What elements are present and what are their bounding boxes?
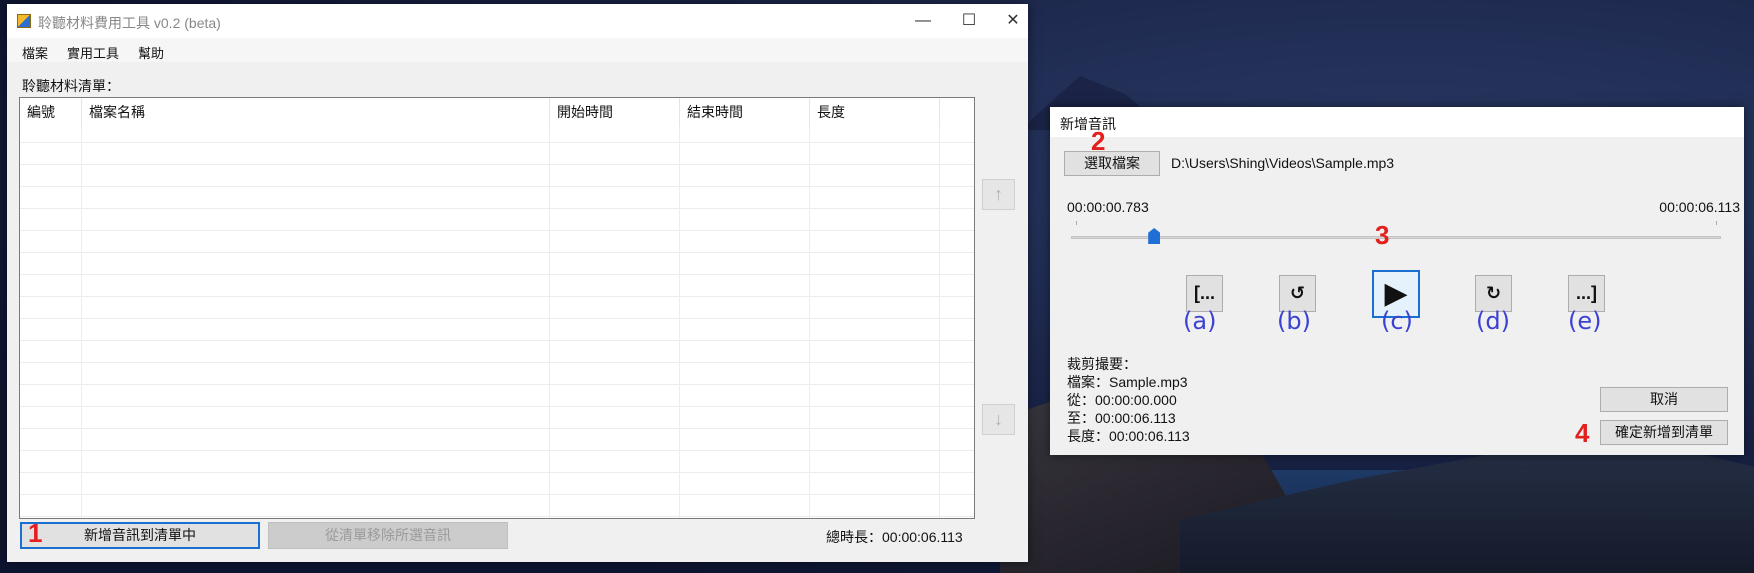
main-window: 聆聽材料費用工具 v0.2 (beta) — ☐ ✕ 檔案 實用工具 幫助 聆聽… — [7, 4, 1028, 562]
menu-tools[interactable]: 實用工具 — [67, 43, 119, 62]
list-row-gridline — [20, 362, 974, 363]
list-row-gridline — [20, 494, 974, 495]
add-audio-dialog: 新增音訊 選取檔案 D:\Users\Shing\Videos\Sample.m… — [1050, 107, 1744, 455]
list-row-gridline — [20, 164, 974, 165]
maximize-icon: ☐ — [961, 12, 977, 29]
column-divider — [549, 126, 550, 518]
control-label-d: (d) — [1476, 307, 1510, 335]
rewind-10-icon: ↺ — [1289, 283, 1306, 303]
list-row-gridline — [20, 230, 974, 231]
list-row-gridline — [20, 274, 974, 275]
annotation-2: 2 — [1091, 126, 1106, 156]
summary-heading: 裁剪撮要： — [1067, 356, 1137, 372]
column-divider — [679, 126, 680, 518]
choose-file-button[interactable]: 選取檔案 — [1064, 151, 1160, 176]
arrow-down-icon: ↓ — [994, 409, 1003, 429]
list-row-gridline — [20, 340, 974, 341]
maximize-button[interactable]: ☐ — [946, 4, 992, 38]
dialog-title: 新增音訊 — [1060, 116, 1116, 132]
control-label-c: (c) — [1381, 307, 1413, 335]
list-row-gridline — [20, 450, 974, 451]
forward-10-icon: ↻ — [1485, 283, 1502, 303]
list-row-gridline — [20, 428, 974, 429]
trim-start-time: 00:00:00.783 — [1067, 199, 1149, 215]
play-icon: ▶ — [1384, 277, 1408, 310]
list-row-gridline — [20, 296, 974, 297]
column-header-number[interactable]: 編號 — [20, 98, 82, 126]
menu-bar: 檔案 實用工具 幫助 — [7, 38, 1028, 62]
file-path: D:\Users\Shing\Videos\Sample.mp3 — [1171, 155, 1395, 171]
column-header-length[interactable]: 長度 — [810, 98, 940, 126]
close-button[interactable]: ✕ — [990, 4, 1036, 38]
cancel-button[interactable]: 取消 — [1600, 387, 1728, 412]
set-end-icon: ...] — [1576, 283, 1597, 303]
control-label-b: (b) — [1277, 307, 1311, 335]
menu-help[interactable]: 幫助 — [138, 43, 164, 62]
set-start-icon: [... — [1194, 283, 1215, 303]
list-row-gridline — [20, 208, 974, 209]
total-length: 總時長：00:00:06.113 — [826, 529, 963, 545]
annotation-1: 1 — [28, 518, 43, 548]
playback-slider-track[interactable] — [1071, 236, 1721, 239]
trim-summary: 裁剪撮要： 檔案：Sample.mp3 從：00:00:00.000 至：00:… — [1067, 355, 1190, 445]
summary-from: 從：00:00:00.000 — [1067, 392, 1177, 408]
column-divider — [81, 126, 82, 518]
minimize-icon: — — [915, 12, 931, 29]
list-row-gridline — [20, 472, 974, 473]
arrow-up-icon: ↑ — [994, 184, 1003, 204]
remove-audio-button[interactable]: 從清單移除所選音訊 — [268, 522, 508, 549]
dialog-title-bar: 新增音訊 — [1050, 107, 1744, 137]
app-icon — [17, 14, 31, 28]
move-down-button[interactable]: ↓ — [982, 404, 1015, 435]
list-row-gridline — [20, 516, 974, 517]
list-row-gridline — [20, 406, 974, 407]
desktop-wallpaper-shore — [1180, 440, 1754, 573]
audio-list[interactable]: 編號 檔案名稱 開始時間 結束時間 長度 — [19, 97, 975, 519]
add-audio-button[interactable]: 新增音訊到清單中 — [20, 522, 260, 549]
control-label-e: (e) — [1568, 307, 1602, 335]
slider-tick — [1716, 221, 1717, 225]
column-header-start-time[interactable]: 開始時間 — [550, 98, 680, 126]
close-icon: ✕ — [1006, 12, 1020, 29]
column-header-end-time[interactable]: 結束時間 — [680, 98, 810, 126]
window-title: 聆聽材料費用工具 v0.2 (beta) — [38, 15, 221, 31]
column-divider — [939, 126, 940, 518]
column-header-filename[interactable]: 檔案名稱 — [82, 98, 550, 126]
list-row-gridline — [20, 252, 974, 253]
list-caption: 聆聽材料清單： — [22, 78, 120, 94]
control-label-a: (a) — [1183, 307, 1217, 335]
annotation-3: 3 — [1375, 220, 1390, 250]
list-row-gridline — [20, 186, 974, 187]
move-up-button[interactable]: ↑ — [982, 179, 1015, 210]
list-row-gridline — [20, 384, 974, 385]
confirm-add-button[interactable]: 確定新增到清單 — [1600, 420, 1728, 445]
trim-end-time: 00:00:06.113 — [1659, 199, 1740, 215]
summary-file: 檔案：Sample.mp3 — [1067, 374, 1188, 390]
column-divider — [809, 126, 810, 518]
slider-tick — [1076, 221, 1077, 225]
playback-slider-thumb[interactable] — [1148, 228, 1161, 244]
list-row-gridline — [20, 142, 974, 143]
list-row-gridline — [20, 318, 974, 319]
minimize-button[interactable]: — — [900, 4, 946, 38]
annotation-4: 4 — [1575, 418, 1590, 448]
menu-file[interactable]: 檔案 — [22, 43, 48, 62]
summary-to: 至：00:00:06.113 — [1067, 410, 1176, 426]
summary-length: 長度：00:00:06.113 — [1067, 428, 1190, 444]
list-header: 編號 檔案名稱 開始時間 結束時間 長度 — [20, 98, 974, 126]
title-bar: 聆聽材料費用工具 v0.2 (beta) — ☐ ✕ — [7, 4, 1028, 38]
